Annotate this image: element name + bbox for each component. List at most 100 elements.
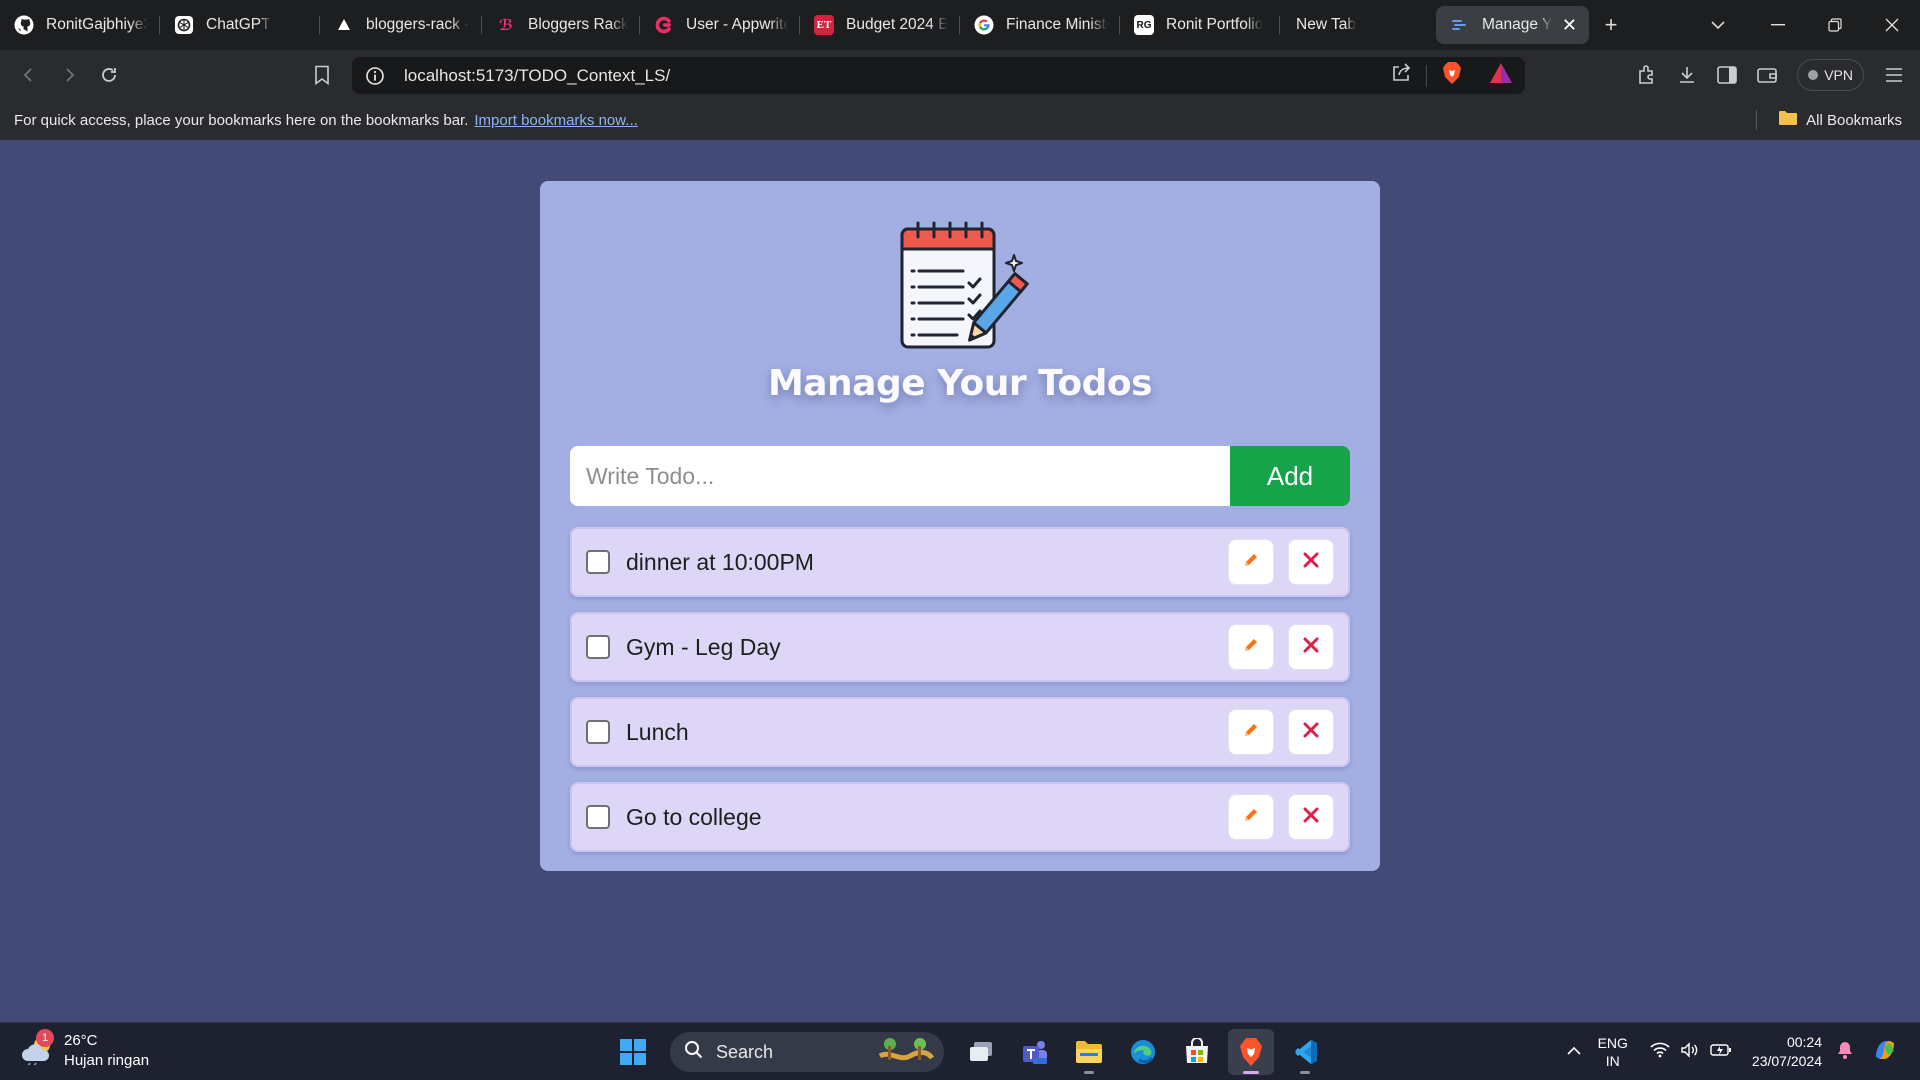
- tab-label: New Tab: [1296, 16, 1357, 33]
- weather-badge: 1: [36, 1029, 54, 1047]
- share-icon[interactable]: [1390, 62, 1412, 89]
- delete-button[interactable]: [1288, 539, 1334, 585]
- edit-button[interactable]: [1228, 624, 1274, 670]
- lang-line2: IN: [1605, 1053, 1620, 1069]
- close-icon: [1302, 721, 1320, 744]
- minimize-icon[interactable]: [1749, 0, 1806, 50]
- file-explorer-icon[interactable]: [1066, 1029, 1112, 1075]
- delete-button[interactable]: [1288, 794, 1334, 840]
- todo-checkbox[interactable]: [586, 720, 610, 744]
- todo-checkbox[interactable]: [586, 805, 610, 829]
- todo-item: Gym - Leg Day: [570, 612, 1350, 682]
- windows-start-icon[interactable]: [610, 1029, 656, 1075]
- tab-label: ChatGPT: [206, 16, 271, 33]
- et-icon: ET: [814, 15, 834, 35]
- weather-temp: 26°C: [64, 1032, 98, 1049]
- tab-new-tab[interactable]: New Tab: [1280, 7, 1440, 43]
- tab-bloggers-rack[interactable]: ℬ Bloggers Rack: [482, 7, 640, 43]
- bloggers-rack-icon: ℬ: [499, 17, 513, 34]
- pencil-icon: [1242, 636, 1260, 659]
- all-bookmarks-button[interactable]: All Bookmarks: [1756, 100, 1902, 140]
- clock-time: 00:24: [1786, 1034, 1822, 1050]
- new-tab-button[interactable]: +: [1589, 7, 1633, 43]
- chatgpt-icon: [174, 15, 194, 35]
- copilot-icon[interactable]: [1870, 1035, 1900, 1070]
- edit-button[interactable]: [1228, 539, 1274, 585]
- site-info-icon[interactable]: [364, 65, 386, 87]
- ms-store-icon[interactable]: [1174, 1029, 1220, 1075]
- sidebar-icon[interactable]: [1707, 57, 1747, 93]
- add-button[interactable]: Add: [1230, 446, 1350, 506]
- edit-button[interactable]: [1228, 709, 1274, 755]
- download-icon[interactable]: [1667, 57, 1707, 93]
- taskbar-search[interactable]: Search: [670, 1032, 944, 1072]
- close-icon: [1302, 551, 1320, 574]
- todo-text[interactable]: Go to college: [626, 804, 1214, 831]
- lang-line1: ENG: [1597, 1035, 1628, 1051]
- tab-github[interactable]: RonitGajbhiye3: [0, 7, 160, 43]
- restore-icon[interactable]: [1806, 0, 1863, 50]
- edit-button[interactable]: [1228, 794, 1274, 840]
- todo-checkbox[interactable]: [586, 635, 610, 659]
- system-tray: ENG IN 00:24 23/07/2024: [1566, 1023, 1920, 1080]
- todo-text[interactable]: Lunch: [626, 719, 1214, 746]
- vercel-icon: [334, 15, 354, 35]
- extensions-icon[interactable]: [1627, 57, 1667, 93]
- tab-finance-ministry[interactable]: Finance Ministe: [960, 7, 1120, 43]
- clock[interactable]: 00:24 23/07/2024: [1752, 1033, 1822, 1071]
- pencil-icon: [1242, 806, 1260, 829]
- vpn-button[interactable]: VPN: [1797, 59, 1864, 91]
- volume-icon[interactable]: [1680, 1041, 1700, 1063]
- delete-button[interactable]: [1288, 709, 1334, 755]
- tab-appwrite[interactable]: User - Appwrite: [640, 7, 800, 43]
- tab-manage-todos[interactable]: Manage Yo ✕: [1436, 6, 1589, 44]
- close-window-icon[interactable]: [1863, 0, 1920, 50]
- edge-icon[interactable]: [1120, 1029, 1166, 1075]
- brave-shields-icon[interactable]: [1441, 61, 1463, 90]
- tab-bloggers-rack-vercel[interactable]: bloggers-rack -: [320, 7, 482, 43]
- wifi-icon[interactable]: [1650, 1042, 1670, 1063]
- vscode-icon[interactable]: [1282, 1029, 1328, 1075]
- back-icon[interactable]: [9, 57, 49, 93]
- all-bookmarks-label: All Bookmarks: [1806, 111, 1902, 129]
- chevron-up-icon[interactable]: [1566, 1043, 1582, 1061]
- tab-ronit-portfolio[interactable]: RG Ronit Portfolio: [1120, 7, 1280, 43]
- todo-checkbox[interactable]: [586, 550, 610, 574]
- todo-text[interactable]: Gym - Leg Day: [626, 634, 1214, 661]
- task-view-icon[interactable]: [958, 1029, 1004, 1075]
- reload-icon[interactable]: [89, 57, 129, 93]
- teams-icon[interactable]: [1012, 1029, 1058, 1075]
- tab-search-chevron-icon[interactable]: [1696, 7, 1740, 43]
- wallet-icon[interactable]: [1747, 57, 1787, 93]
- running-indicator: [1243, 1071, 1259, 1074]
- todo-text[interactable]: dinner at 10:00PM: [626, 549, 1214, 576]
- todo-input[interactable]: [570, 446, 1230, 506]
- url-text[interactable]: localhost:5173/TODO_Context_LS/: [404, 66, 1390, 86]
- import-bookmarks-link[interactable]: Import bookmarks now...: [474, 112, 637, 129]
- rg-icon: RG: [1134, 15, 1154, 35]
- brave-browser-icon[interactable]: [1228, 1029, 1274, 1075]
- brave-rewards-icon[interactable]: [1489, 62, 1513, 89]
- tab-budget-2024[interactable]: ET Budget 2024 Ex: [800, 7, 960, 43]
- bookmarks-hint: For quick access, place your bookmarks h…: [14, 111, 469, 129]
- language-indicator[interactable]: ENG IN: [1598, 1034, 1628, 1070]
- address-bar[interactable]: localhost:5173/TODO_Context_LS/: [352, 57, 1525, 94]
- tab-label: Manage Yo: [1482, 16, 1552, 33]
- close-tab-icon[interactable]: ✕: [1562, 15, 1577, 36]
- taskbar: 1 26°C Hujan ringan Search ENG IN 00:24 …: [0, 1022, 1920, 1080]
- battery-icon[interactable]: [1710, 1043, 1732, 1062]
- delete-button[interactable]: [1288, 624, 1334, 670]
- pencil-icon: [1242, 721, 1260, 744]
- add-todo-form: Add: [570, 446, 1350, 506]
- weather-widget[interactable]: 1 26°C Hujan ringan: [20, 1029, 149, 1071]
- todo-item: Go to college: [570, 782, 1350, 852]
- running-indicator: [1300, 1071, 1310, 1074]
- menu-icon[interactable]: [1874, 57, 1914, 93]
- tab-chatgpt[interactable]: ChatGPT: [160, 7, 320, 43]
- bookmark-icon[interactable]: [302, 57, 342, 93]
- forward-icon[interactable]: [49, 57, 89, 93]
- clock-date: 23/07/2024: [1751, 1053, 1822, 1069]
- notification-bell-icon[interactable]: [1836, 1040, 1854, 1065]
- todo-item: dinner at 10:00PM: [570, 527, 1350, 597]
- todo-item: Lunch: [570, 697, 1350, 767]
